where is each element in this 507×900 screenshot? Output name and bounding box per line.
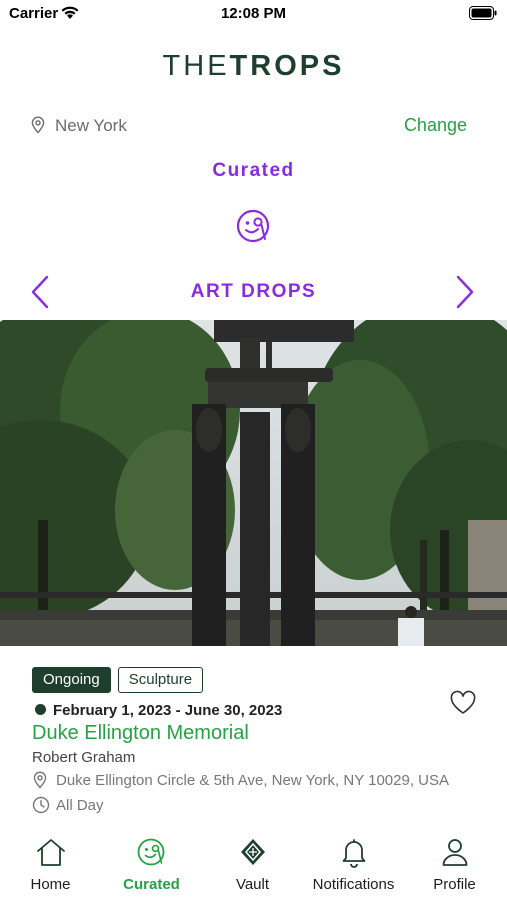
tab-home-label: Home (30, 876, 71, 893)
event-tags: Ongoing Sculpture (32, 667, 210, 693)
clock-icon (32, 796, 50, 814)
event-hours: All Day (32, 795, 152, 815)
tab-home[interactable]: Home (0, 832, 101, 900)
home-icon (37, 839, 65, 866)
vault-diamond-icon (241, 839, 265, 865)
event-hours-text: All Day (56, 797, 104, 814)
event-address: Duke Ellington Circle & 5th Ave, New Yor… (32, 770, 492, 790)
location-pin-icon (31, 116, 45, 134)
status-dot-icon (35, 704, 46, 715)
curated-face-icon (137, 838, 165, 866)
event-title[interactable]: Duke Ellington Memorial (32, 722, 249, 745)
event-dates-text: February 1, 2023 - June 30, 2023 (53, 702, 283, 719)
status-badge: Ongoing (32, 667, 111, 693)
current-city: New York (55, 116, 127, 135)
tab-vault[interactable]: Vault (202, 832, 303, 900)
tab-curated[interactable]: Curated (101, 832, 202, 900)
tab-notifications-label: Notifications (312, 876, 395, 893)
tab-notifications[interactable]: Notifications (303, 832, 404, 900)
tab-vault-label: Vault (235, 876, 270, 893)
event-photo[interactable] (0, 320, 507, 646)
battery-icon (469, 6, 497, 20)
person-icon (442, 839, 468, 866)
logo-part-trops: TROPS (229, 50, 345, 82)
app-logo: THETROPS (0, 50, 507, 83)
event-address-text: Duke Ellington Circle & 5th Ave, New Yor… (56, 772, 449, 789)
curated-face-icon (236, 209, 270, 243)
bell-icon (342, 839, 366, 868)
tab-bar: Home Curated Vault Notifications Profile (0, 832, 507, 900)
event-artist: Robert Graham (32, 749, 136, 766)
change-location-button[interactable]: Change (404, 115, 467, 136)
location-row: New York Change (30, 112, 467, 140)
event-dates: February 1, 2023 - June 30, 2023 (35, 702, 282, 719)
category-switcher: ART DROPS (0, 274, 507, 310)
favorite-heart-icon[interactable] (449, 690, 477, 716)
category-title: ART DROPS (190, 281, 317, 302)
clock: 12:08 PM (220, 5, 287, 22)
tab-profile-label: Profile (433, 876, 476, 893)
tab-curated-label: Curated (123, 876, 180, 893)
tab-profile[interactable]: Profile (404, 832, 505, 900)
status-bar: Carrier 12:08 PM (0, 0, 507, 30)
category-badge: Sculpture (117, 667, 204, 693)
location-pin-icon (33, 771, 47, 789)
section-title: Curated (212, 160, 295, 181)
logo-part-the: THE (162, 50, 230, 82)
chevron-right-icon[interactable] (453, 274, 477, 310)
